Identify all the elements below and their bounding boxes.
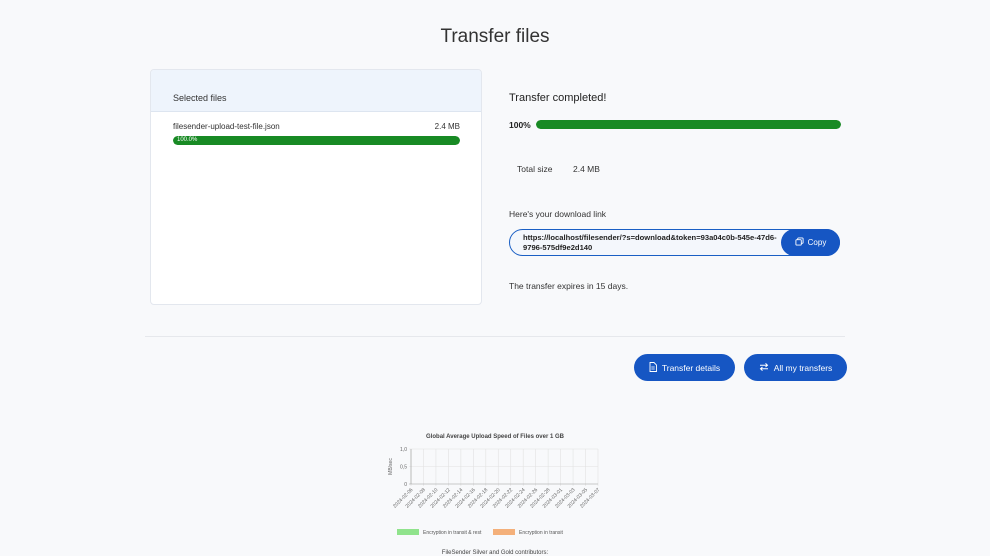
overall-progress-bar — [536, 120, 841, 129]
chart-canvas: 00,51,0MB/sec2024-02-062024-02-082024-02… — [388, 447, 602, 536]
chart-y-tick-label: 1,0 — [400, 447, 407, 453]
download-link-field[interactable]: https://localhost/filesender/?s=download… — [509, 229, 840, 256]
transfer-details-button[interactable]: Transfer details — [634, 354, 735, 381]
copy-label: Copy — [807, 238, 827, 247]
chart-legend-label: Encryption in transit & rest — [423, 530, 482, 536]
transfer-details-label: Transfer details — [661, 362, 721, 373]
selected-files-card: Selected files filesender-upload-test-fi… — [150, 69, 482, 305]
overall-progress-percent: 100% — [509, 120, 531, 130]
chart-legend-swatch — [397, 529, 419, 535]
total-size-label: Total size — [517, 164, 553, 174]
page-title: Transfer files — [440, 26, 550, 47]
upload-speed-chart: Global Average Upload Speed of Files ove… — [370, 432, 620, 542]
overall-progress-fill — [536, 120, 841, 129]
file-progress-fill: 100.0% — [173, 136, 460, 145]
arrows-swap-icon — [759, 362, 769, 373]
file-size: 2.4 MB — [434, 122, 460, 131]
chart-y-tick-label: 0,5 — [400, 465, 407, 471]
file-progress-bar: 100.0% — [173, 136, 460, 145]
copy-button[interactable]: Copy — [781, 229, 840, 256]
expiry-notice: The transfer expires in 15 days. — [509, 281, 629, 291]
selected-files-header: Selected files — [151, 70, 481, 112]
section-divider — [145, 336, 845, 337]
copy-icon — [795, 237, 804, 248]
all-transfers-button[interactable]: All my transfers — [744, 354, 847, 381]
selected-files-title: Selected files — [173, 93, 227, 103]
chart-y-tick-label: 0 — [404, 482, 407, 488]
footer-contributors: FileSender Silver and Gold contributors: — [441, 550, 549, 556]
download-link-label: Here's your download link — [509, 209, 607, 219]
file-name: filesender-upload-test-file.json — [173, 122, 280, 131]
transfer-status-title: Transfer completed! — [509, 92, 607, 104]
all-transfers-label: All my transfers — [773, 362, 833, 373]
chart-legend-label: Encryption in transit — [519, 530, 564, 536]
chart-y-axis-label: MB/sec — [388, 458, 394, 475]
total-size-value: 2.4 MB — [573, 164, 600, 174]
document-icon — [649, 361, 657, 374]
chart-legend-swatch — [493, 529, 515, 535]
download-link-text[interactable]: https://localhost/filesender/?s=download… — [523, 233, 778, 253]
